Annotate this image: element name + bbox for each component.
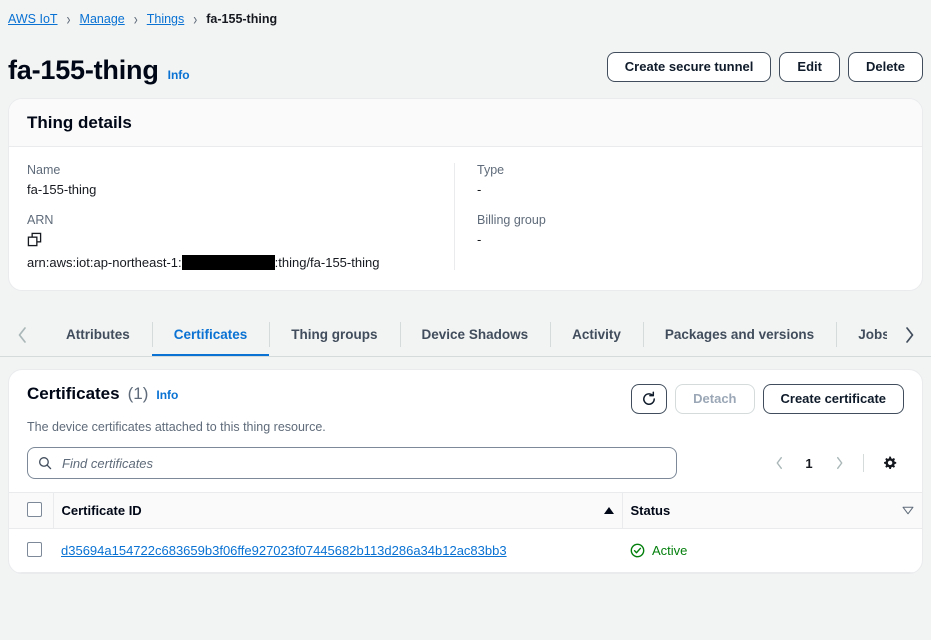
certificates-description: The device certificates attached to this… (27, 420, 326, 434)
table-preferences-button[interactable] (874, 449, 904, 477)
thing-details-card-header: Thing details (9, 99, 922, 147)
breadcrumb-item-current: fa-155-thing (206, 12, 278, 26)
arn-redacted-account-id (181, 255, 275, 270)
arn-prefix: arn:aws:iot:ap-northeast-1: (27, 255, 182, 270)
chevron-right-icon (905, 326, 913, 343)
refresh-button[interactable] (631, 384, 668, 414)
thing-details-column-right: Type - Billing group - (454, 163, 904, 270)
column-select-all (9, 492, 53, 529)
tab-scroll-right-button[interactable] (887, 313, 931, 356)
thing-details-column-left: Name fa-155-thing ARN arn:aws:iot:ap-nor… (27, 163, 454, 270)
tab-packages-and-versions[interactable]: Packages and versions (642, 313, 836, 356)
tab-thing-groups[interactable]: Thing groups (269, 313, 399, 356)
thing-details-card: Thing details Name fa-155-thing ARN arn:… (8, 98, 923, 291)
field-name-label: Name (27, 163, 61, 177)
tab-certificates[interactable]: Certificates (151, 313, 270, 356)
certificates-card: Certificates (1) Info Detach Create cert… (8, 369, 923, 574)
certificates-info-link[interactable]: Info (156, 388, 178, 402)
certificates-title-group: Certificates (1) Info (27, 384, 178, 404)
page-title: fa-155-thing (8, 55, 159, 86)
arn-suffix: :thing/fa-155-thing (274, 255, 380, 270)
field-arn-label: ARN (27, 213, 54, 227)
breadcrumb: AWS IoT › Manage › Things › fa-155-thing (0, 0, 931, 30)
sort-descending-icon (902, 506, 914, 515)
page-title-group: fa-155-thing Info (8, 56, 190, 86)
thing-details-card-body: Name fa-155-thing ARN arn:aws:iot:ap-nor… (9, 147, 922, 290)
breadcrumb-separator: › (133, 9, 138, 29)
certificates-table-head: Certificate ID Status (9, 492, 922, 529)
pagination: 1 (765, 449, 904, 477)
pagination-next-button[interactable] (825, 449, 853, 477)
tab-bar: Attributes Certificates Thing groups Dev… (0, 313, 931, 357)
column-status[interactable]: Status (621, 492, 922, 529)
tab-jobs[interactable]: Jobs (836, 313, 887, 356)
certificates-table: Certificate ID Status d35694a154722c6836… (9, 492, 922, 573)
gear-icon (883, 455, 896, 469)
status-badge: Active (630, 543, 914, 558)
field-billing-group: Billing group - (477, 213, 886, 247)
thing-details-heading: Thing details (27, 113, 132, 132)
create-secure-tunnel-button[interactable]: Create secure tunnel (606, 52, 772, 82)
sort-ascending-icon (603, 507, 614, 514)
thing-details-grid: Name fa-155-thing ARN arn:aws:iot:ap-nor… (27, 163, 904, 270)
row-certificate-id-cell: d35694a154722c683659b3f06ffe927023f07445… (53, 528, 622, 573)
status-positive-icon (630, 543, 645, 558)
certificates-toolbar: 1 (9, 434, 922, 492)
field-name: Name fa-155-thing (27, 163, 436, 197)
table-header-row: Certificate ID Status (9, 492, 922, 529)
column-certificate-id[interactable]: Certificate ID (52, 492, 622, 529)
pagination-page-1[interactable]: 1 (795, 449, 823, 477)
field-type-value: - (477, 182, 482, 197)
status-label: Active (652, 543, 688, 558)
search-icon (39, 457, 52, 470)
row-select-cell (9, 528, 53, 573)
breadcrumb-item-manage[interactable]: Manage (80, 12, 125, 26)
page-header: fa-155-thing Info Create secure tunnel E… (0, 30, 931, 86)
detach-button[interactable]: Detach (675, 384, 755, 414)
certificates-count: (1) (127, 384, 149, 403)
tab-device-shadows[interactable]: Device Shadows (399, 313, 551, 356)
field-name-value: fa-155-thing (27, 182, 97, 197)
chevron-right-icon (836, 456, 842, 470)
table-row: d35694a154722c683659b3f06ffe927023f07445… (9, 528, 922, 573)
breadcrumb-item-things[interactable]: Things (147, 12, 185, 26)
create-certificate-button[interactable]: Create certificate (762, 384, 904, 414)
breadcrumb-separator: › (193, 9, 198, 29)
certificates-actions: Detach Create certificate (631, 384, 904, 414)
tab-list: Attributes Certificates Thing groups Dev… (44, 313, 887, 356)
breadcrumb-separator: › (66, 9, 71, 29)
field-type: Type - (477, 163, 886, 197)
page-header-actions: Create secure tunnel Edit Delete (606, 52, 923, 86)
refresh-icon (643, 391, 656, 405)
search-input[interactable] (60, 454, 666, 472)
pagination-divider (863, 454, 864, 472)
chevron-left-icon (18, 326, 26, 343)
page-info-link[interactable]: Info (168, 68, 190, 82)
field-type-label: Type (477, 163, 505, 177)
pagination-prev-button[interactable] (765, 449, 793, 477)
chevron-left-icon (776, 456, 782, 470)
breadcrumb-item-aws-iot[interactable]: AWS IoT (8, 12, 58, 26)
edit-button[interactable]: Edit (779, 52, 840, 82)
field-billing-group-label: Billing group (477, 213, 546, 227)
tab-scroll-left-button[interactable] (0, 313, 44, 356)
column-status-label: Status (630, 503, 671, 518)
certificate-id-link[interactable]: d35694a154722c683659b3f06ffe927023f07445… (61, 543, 507, 558)
tab-activity[interactable]: Activity (550, 313, 643, 356)
certificates-header: Certificates (1) Info Detach Create cert… (9, 370, 922, 414)
select-all-checkbox[interactable] (27, 501, 42, 517)
column-certificate-id-label: Certificate ID (61, 503, 142, 518)
field-billing-group-value: - (477, 232, 482, 247)
row-checkbox[interactable] (27, 541, 42, 557)
copy-icon[interactable] (27, 232, 436, 252)
certificates-table-body: d35694a154722c683659b3f06ffe927023f07445… (9, 528, 922, 573)
field-arn: ARN arn:aws:iot:ap-northeast-1: :thing/fa… (27, 213, 436, 270)
field-arn-value: arn:aws:iot:ap-northeast-1: :thing/fa-155… (27, 255, 436, 270)
delete-button[interactable]: Delete (847, 52, 923, 82)
certificates-title: Certificates (27, 384, 120, 403)
search-certificates-box[interactable] (27, 447, 677, 479)
row-status-cell: Active (622, 528, 922, 573)
tab-attributes[interactable]: Attributes (44, 313, 152, 356)
